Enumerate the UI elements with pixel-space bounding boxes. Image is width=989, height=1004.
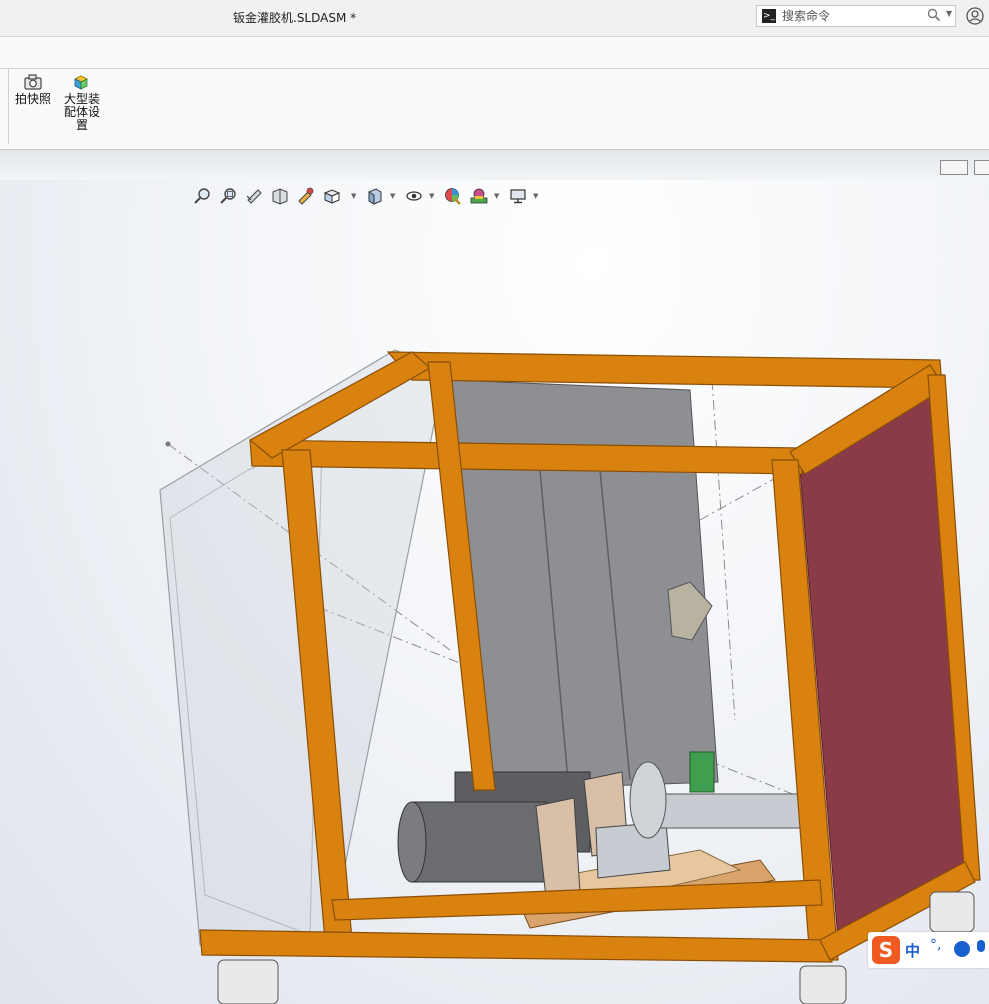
sogou-logo-icon[interactable]: S: [872, 936, 900, 964]
emoji-icon[interactable]: [954, 941, 970, 957]
motor-flange: [535, 797, 581, 899]
ime-toolbar[interactable]: S 中 °,: [868, 932, 989, 968]
ime-language-toggle[interactable]: 中: [905, 940, 920, 961]
pump-cylinder: [659, 793, 801, 829]
spring-valve: [689, 751, 715, 793]
punctuation-mode-icon[interactable]: °,: [930, 937, 941, 953]
servo-motor-front: [411, 801, 548, 883]
back-panel: [451, 379, 719, 791]
pump-flange: [629, 761, 667, 839]
sketch-point: [165, 441, 171, 447]
motor-end-cap: [397, 801, 427, 883]
microphone-icon[interactable]: [977, 940, 985, 952]
assembly-model-render[interactable]: [0, 0, 989, 1004]
